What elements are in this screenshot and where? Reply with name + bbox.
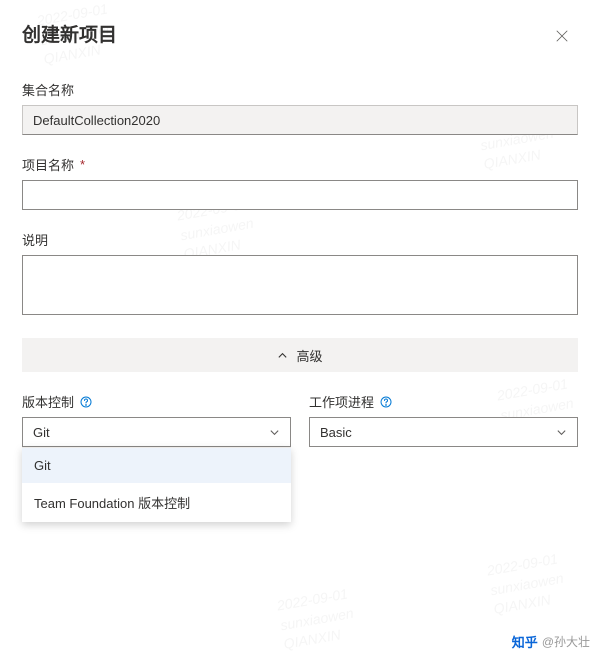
collection-label: 集合名称 [22, 80, 578, 99]
version-control-value: Git [33, 425, 50, 440]
dialog-title: 创建新项目 [22, 20, 117, 47]
required-indicator: * [80, 157, 85, 172]
collection-field: 集合名称 DefaultCollection2020 [22, 80, 578, 135]
chevron-up-icon [277, 350, 288, 361]
project-name-input[interactable] [22, 180, 578, 210]
collection-value: DefaultCollection2020 [22, 105, 578, 135]
work-item-process-field: 工作项进程 Basic [309, 392, 578, 447]
chevron-down-icon [269, 427, 280, 438]
version-control-dropdown: Git Team Foundation 版本控制 [22, 447, 291, 522]
work-item-process-select[interactable]: Basic [309, 417, 578, 447]
description-label: 说明 [22, 230, 578, 249]
version-control-field: 版本控制 Git Git Team Foundation 版本控制 [22, 392, 291, 447]
create-project-dialog: 创建新项目 集合名称 DefaultCollection2020 项目名称 * … [0, 0, 600, 467]
description-field: 说明 [22, 230, 578, 318]
attribution: 知乎 @孙大壮 [512, 632, 590, 651]
help-icon[interactable] [80, 396, 92, 408]
version-control-label: 版本控制 [22, 392, 291, 411]
dropdown-option-git[interactable]: Git [22, 448, 291, 483]
project-name-label: 项目名称 * [22, 155, 578, 174]
close-icon [555, 29, 569, 43]
dialog-header: 创建新项目 [22, 20, 578, 52]
project-name-field: 项目名称 * [22, 155, 578, 210]
attribution-handle: @孙大壮 [542, 633, 590, 650]
advanced-toggle[interactable]: 高级 [22, 338, 578, 372]
dropdown-option-tfvc[interactable]: Team Foundation 版本控制 [22, 483, 291, 522]
advanced-label: 高级 [296, 346, 322, 365]
version-control-select[interactable]: Git [22, 417, 291, 447]
close-button[interactable] [546, 20, 578, 52]
help-icon[interactable] [380, 396, 392, 408]
work-item-process-value: Basic [320, 425, 352, 440]
zhihu-logo: 知乎 [512, 632, 538, 651]
chevron-down-icon [556, 427, 567, 438]
work-item-process-label: 工作项进程 [309, 392, 578, 411]
description-input[interactable] [22, 255, 578, 315]
advanced-row: 版本控制 Git Git Team Foundation 版本控制 [22, 392, 578, 447]
